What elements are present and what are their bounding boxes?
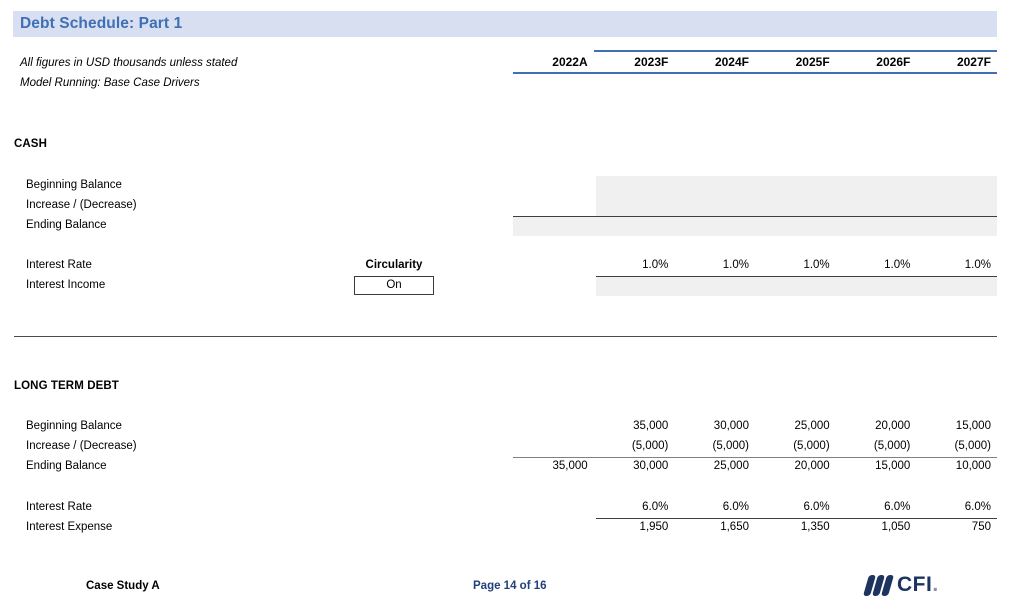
cell[interactable]: 1,950 xyxy=(594,521,675,533)
ltd-interest-expense-row: 1,950 1,650 1,350 1,050 750 xyxy=(513,521,997,533)
cell[interactable] xyxy=(513,420,594,432)
cell[interactable]: 1.0% xyxy=(916,259,997,271)
cell[interactable]: 6.0% xyxy=(594,501,675,513)
row-label-cash-beginning-balance: Beginning Balance xyxy=(26,179,122,191)
cash-interest-rate-row: 1.0% 1.0% 1.0% 1.0% 1.0% xyxy=(513,259,997,271)
cell[interactable]: 20,000 xyxy=(836,420,917,432)
row-label-ltd-interest-expense: Interest Expense xyxy=(26,521,113,533)
cell[interactable]: 10,000 xyxy=(916,460,997,472)
cell[interactable]: 1.0% xyxy=(594,259,675,271)
cell[interactable]: 15,000 xyxy=(916,420,997,432)
cell[interactable]: 1,350 xyxy=(755,521,836,533)
cfi-logo-dot: . xyxy=(932,573,939,596)
column-header-2025f: 2025F xyxy=(754,50,836,72)
cell[interactable]: 35,000 xyxy=(594,420,675,432)
cell[interactable] xyxy=(513,259,594,271)
column-header-2024f: 2024F xyxy=(674,50,755,72)
cell[interactable] xyxy=(513,440,594,452)
footer-case-study: Case Study A xyxy=(86,580,160,592)
cell[interactable]: (5,000) xyxy=(755,440,836,452)
cell[interactable]: 6.0% xyxy=(674,501,755,513)
ltd-ending-balance-top-rule xyxy=(513,457,997,458)
circularity-input[interactable]: On xyxy=(354,276,434,295)
row-label-ltd-increase-decrease: Increase / (Decrease) xyxy=(26,440,137,452)
cfi-logo-mark-icon xyxy=(862,574,895,596)
cell[interactable]: 1,650 xyxy=(674,521,755,533)
cash-interest-income-shade xyxy=(596,277,997,296)
cell[interactable]: 35,000 xyxy=(513,460,594,472)
row-label-cash-increase-decrease: Increase / (Decrease) xyxy=(26,199,137,211)
cell[interactable]: 25,000 xyxy=(755,420,836,432)
row-label-ltd-ending-balance: Ending Balance xyxy=(26,460,107,472)
ltd-interest-rate-underline xyxy=(596,518,997,519)
units-note: All figures in USD thousands unless stat… xyxy=(20,57,238,69)
cell[interactable]: 6.0% xyxy=(836,501,917,513)
page-title-banner: Debt Schedule: Part 1 xyxy=(13,11,997,37)
cash-formula-shade-upper xyxy=(596,176,997,216)
cell[interactable]: (5,000) xyxy=(674,440,755,452)
ltd-ending-balance-row: 35,000 30,000 25,000 20,000 15,000 10,00… xyxy=(513,460,997,472)
column-header-2023f: 2023F xyxy=(593,50,675,72)
cell[interactable]: 1.0% xyxy=(755,259,836,271)
column-header-2022a: 2022A xyxy=(552,55,588,69)
cell[interactable]: (5,000) xyxy=(916,440,997,452)
column-header-2026f: 2026F xyxy=(835,50,917,72)
cell[interactable] xyxy=(513,521,594,533)
cell[interactable]: 1.0% xyxy=(836,259,917,271)
ltd-increase-decrease-row: (5,000) (5,000) (5,000) (5,000) (5,000) xyxy=(513,440,997,452)
section-heading-cash: CASH xyxy=(14,138,47,150)
cell[interactable]: (5,000) xyxy=(836,440,917,452)
model-note: Model Running: Base Case Drivers xyxy=(20,77,200,89)
column-header-underline xyxy=(513,72,997,74)
column-header-2027f: 2027F xyxy=(916,50,997,72)
cell[interactable]: 1,050 xyxy=(836,521,917,533)
column-header-row: 2022A 2023F 2024F 2025F 2026F 2027F xyxy=(513,50,997,72)
cash-ending-balance-shade xyxy=(513,217,997,236)
row-label-cash-ending-balance: Ending Balance xyxy=(26,219,107,231)
ltd-interest-rate-row: 6.0% 6.0% 6.0% 6.0% 6.0% xyxy=(513,501,997,513)
cell[interactable]: 30,000 xyxy=(594,460,675,472)
cell[interactable]: (5,000) xyxy=(594,440,675,452)
cell[interactable]: 6.0% xyxy=(755,501,836,513)
row-label-cash-interest-rate: Interest Rate xyxy=(26,259,92,271)
section-divider xyxy=(14,336,997,337)
ltd-beginning-balance-row: 35,000 30,000 25,000 20,000 15,000 xyxy=(513,420,997,432)
circularity-label: Circularity xyxy=(365,259,423,271)
cell[interactable] xyxy=(513,501,594,513)
cell[interactable]: 1.0% xyxy=(674,259,755,271)
section-heading-long-term-debt: LONG TERM DEBT xyxy=(14,380,119,392)
cell[interactable]: 15,000 xyxy=(836,460,917,472)
cell[interactable]: 750 xyxy=(916,521,997,533)
cfi-logo: CFI . xyxy=(862,572,939,598)
row-label-ltd-beginning-balance: Beginning Balance xyxy=(26,420,122,432)
page-title: Debt Schedule: Part 1 xyxy=(20,15,183,32)
cell[interactable]: 30,000 xyxy=(674,420,755,432)
row-label-cash-interest-income: Interest Income xyxy=(26,279,106,291)
cell[interactable]: 6.0% xyxy=(916,501,997,513)
cell[interactable]: 25,000 xyxy=(674,460,755,472)
row-label-ltd-interest-rate: Interest Rate xyxy=(26,501,92,513)
footer-page-number: Page 14 of 16 xyxy=(473,580,547,592)
cell[interactable]: 20,000 xyxy=(755,460,836,472)
cfi-logo-wordmark: CFI xyxy=(897,573,933,596)
